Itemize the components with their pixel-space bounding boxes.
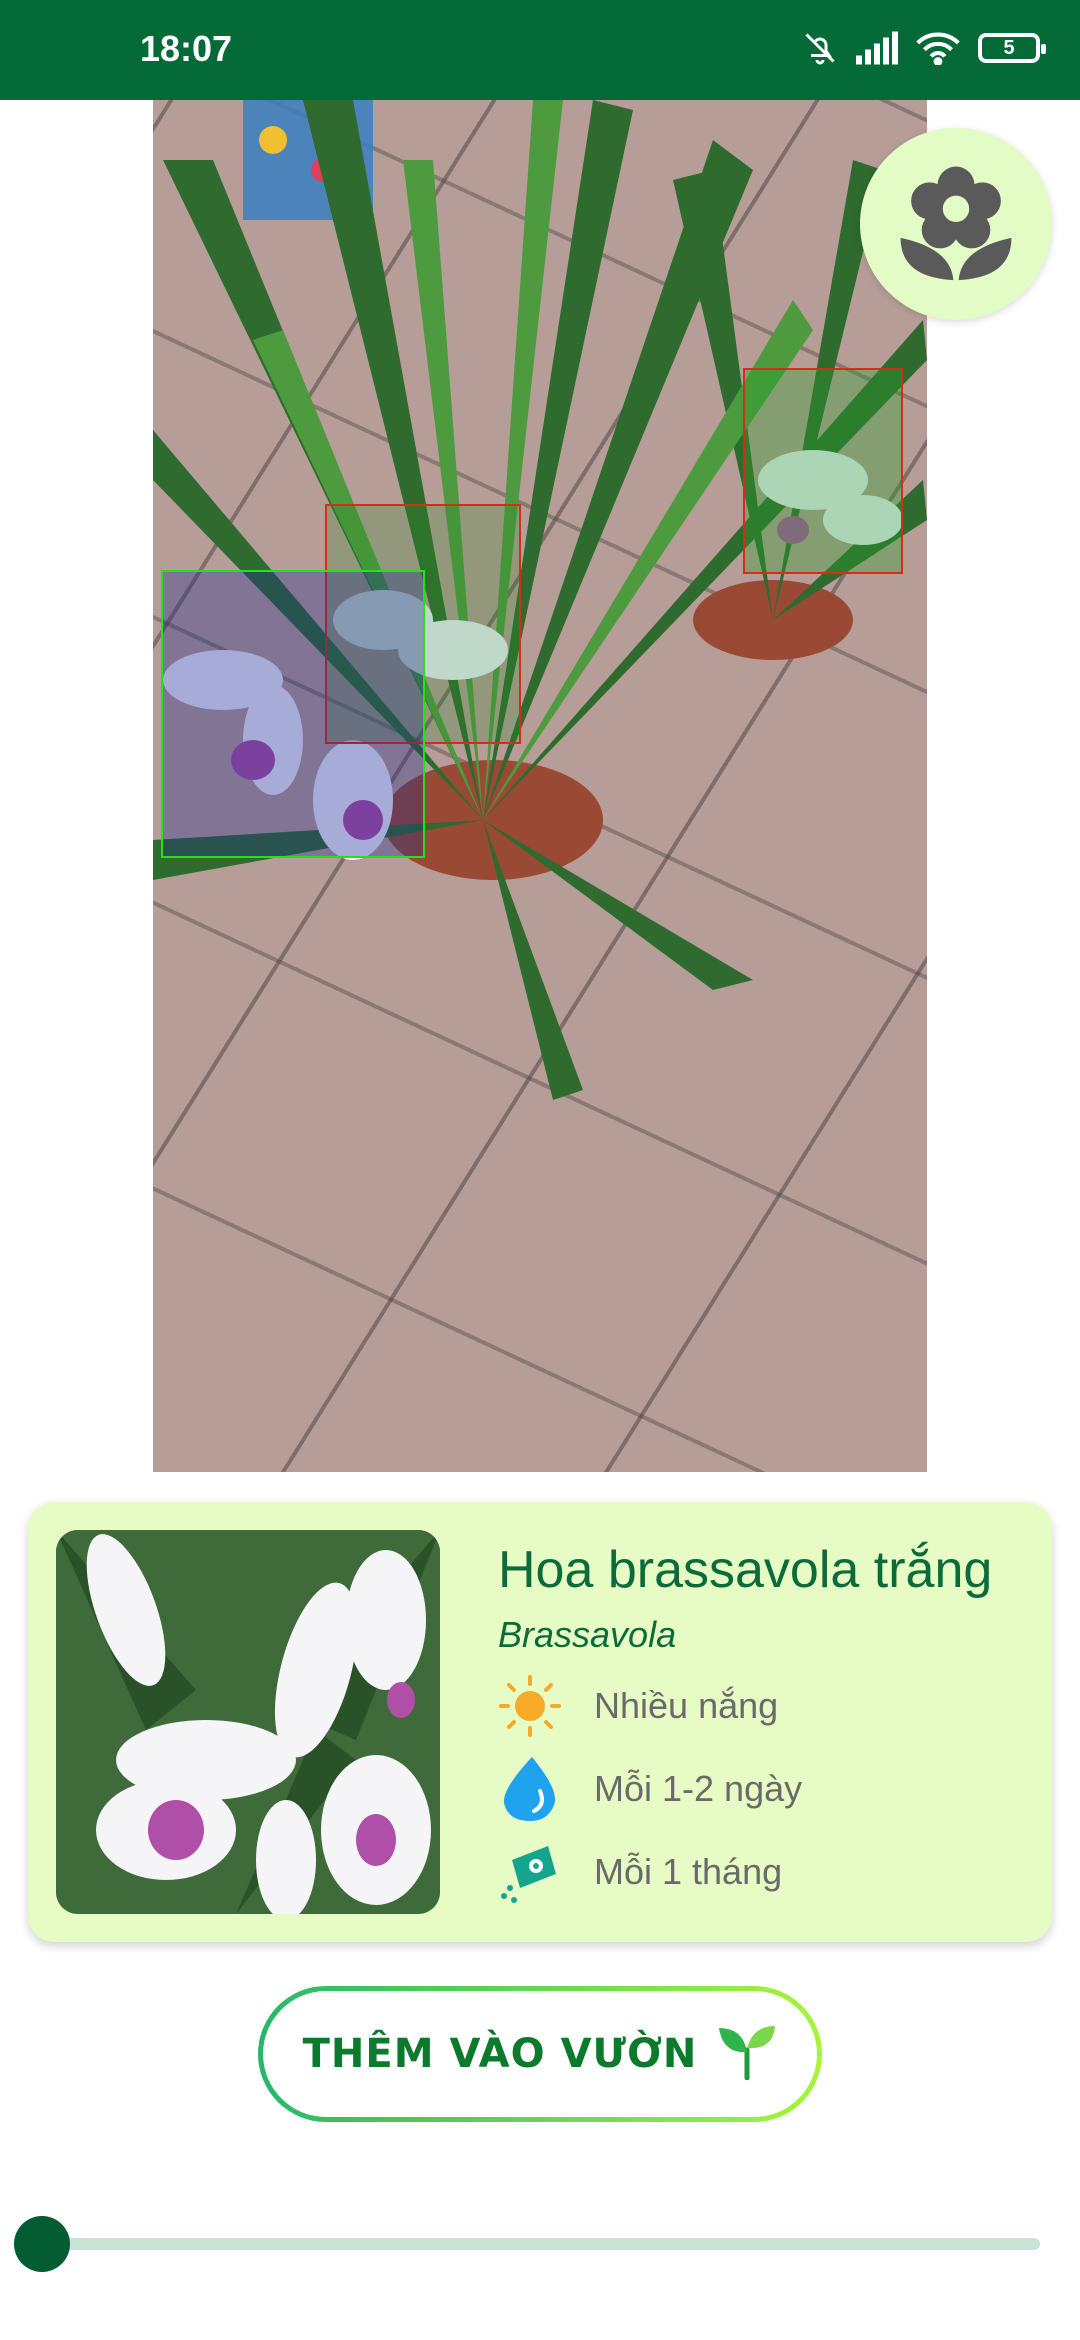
detection-box[interactable] — [743, 368, 903, 574]
care-fertilizing-row: Mỗi 1 tháng — [498, 1840, 782, 1904]
sprout-icon — [717, 2024, 777, 2085]
zoom-slider-track[interactable] — [44, 2238, 1040, 2250]
status-bar: 18:07 5 — [0, 0, 1080, 100]
care-light-text: Nhiều nắng — [594, 1685, 779, 1726]
care-fertilizing-text: Mỗi 1 tháng — [594, 1851, 783, 1892]
status-time: 18:07 — [140, 28, 233, 69]
flower-icon — [890, 156, 1022, 293]
battery-level: 5 — [1003, 36, 1015, 59]
sun-icon — [498, 1674, 562, 1738]
fertilizer-icon — [498, 1840, 562, 1904]
water-drop-icon — [498, 1757, 562, 1821]
signal-icon — [856, 31, 898, 65]
care-light-row: Nhiều nắng — [498, 1674, 778, 1738]
care-watering-row: Mỗi 1-2 ngày — [498, 1757, 802, 1821]
plant-identify-screen: 18:07 5 Hoa brassavola trắng Brassavola … — [0, 0, 1080, 2340]
plant-thumbnail — [56, 1530, 440, 1914]
care-watering-text: Mỗi 1-2 ngày — [594, 1768, 803, 1809]
add-to-garden-button[interactable]: THÊM VÀO VƯỜN — [258, 1986, 822, 2122]
wifi-icon — [916, 31, 960, 65]
camera-preview[interactable] — [153, 100, 927, 1472]
plant-name: Hoa brassavola trắng — [498, 1541, 993, 1599]
zoom-slider-thumb[interactable] — [14, 2216, 70, 2272]
flower-fab-button[interactable] — [860, 128, 1052, 320]
plant-info-card[interactable]: Hoa brassavola trắng Brassavola Nhiều nắ… — [28, 1502, 1052, 1942]
plant-scientific-name: Brassavola — [498, 1614, 677, 1655]
bell-off-icon — [802, 30, 838, 66]
status-icons: 5 — [802, 30, 1046, 66]
detection-box[interactable] — [161, 570, 425, 858]
battery-icon: 5 — [978, 33, 1046, 63]
add-to-garden-label: THÊM VÀO VƯỜN — [302, 2031, 698, 2077]
